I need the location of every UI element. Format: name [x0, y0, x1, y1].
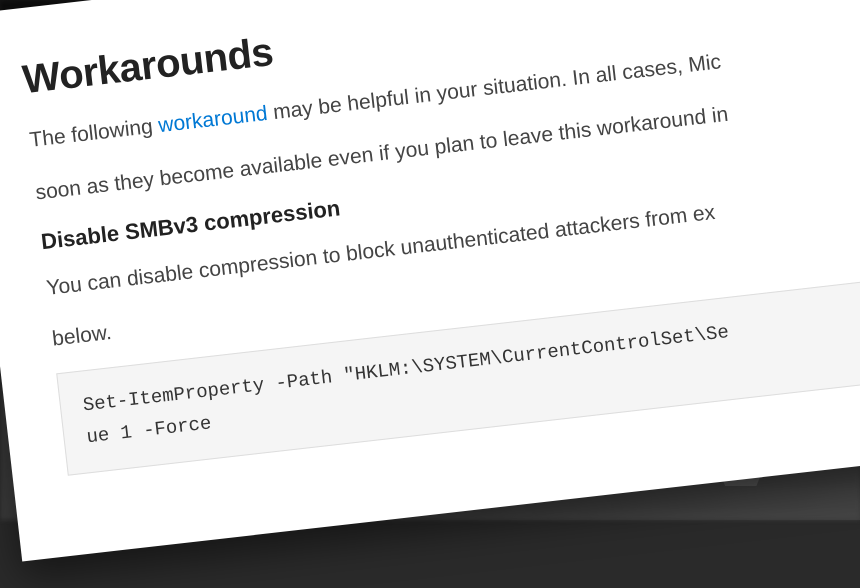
workaround-link[interactable]: workaround	[157, 102, 269, 137]
code-line-2: ue 1 -Force	[85, 413, 212, 449]
intro-text-prefix: The following	[28, 114, 159, 152]
document-panel: Workarounds The following workaround may…	[0, 0, 860, 561]
